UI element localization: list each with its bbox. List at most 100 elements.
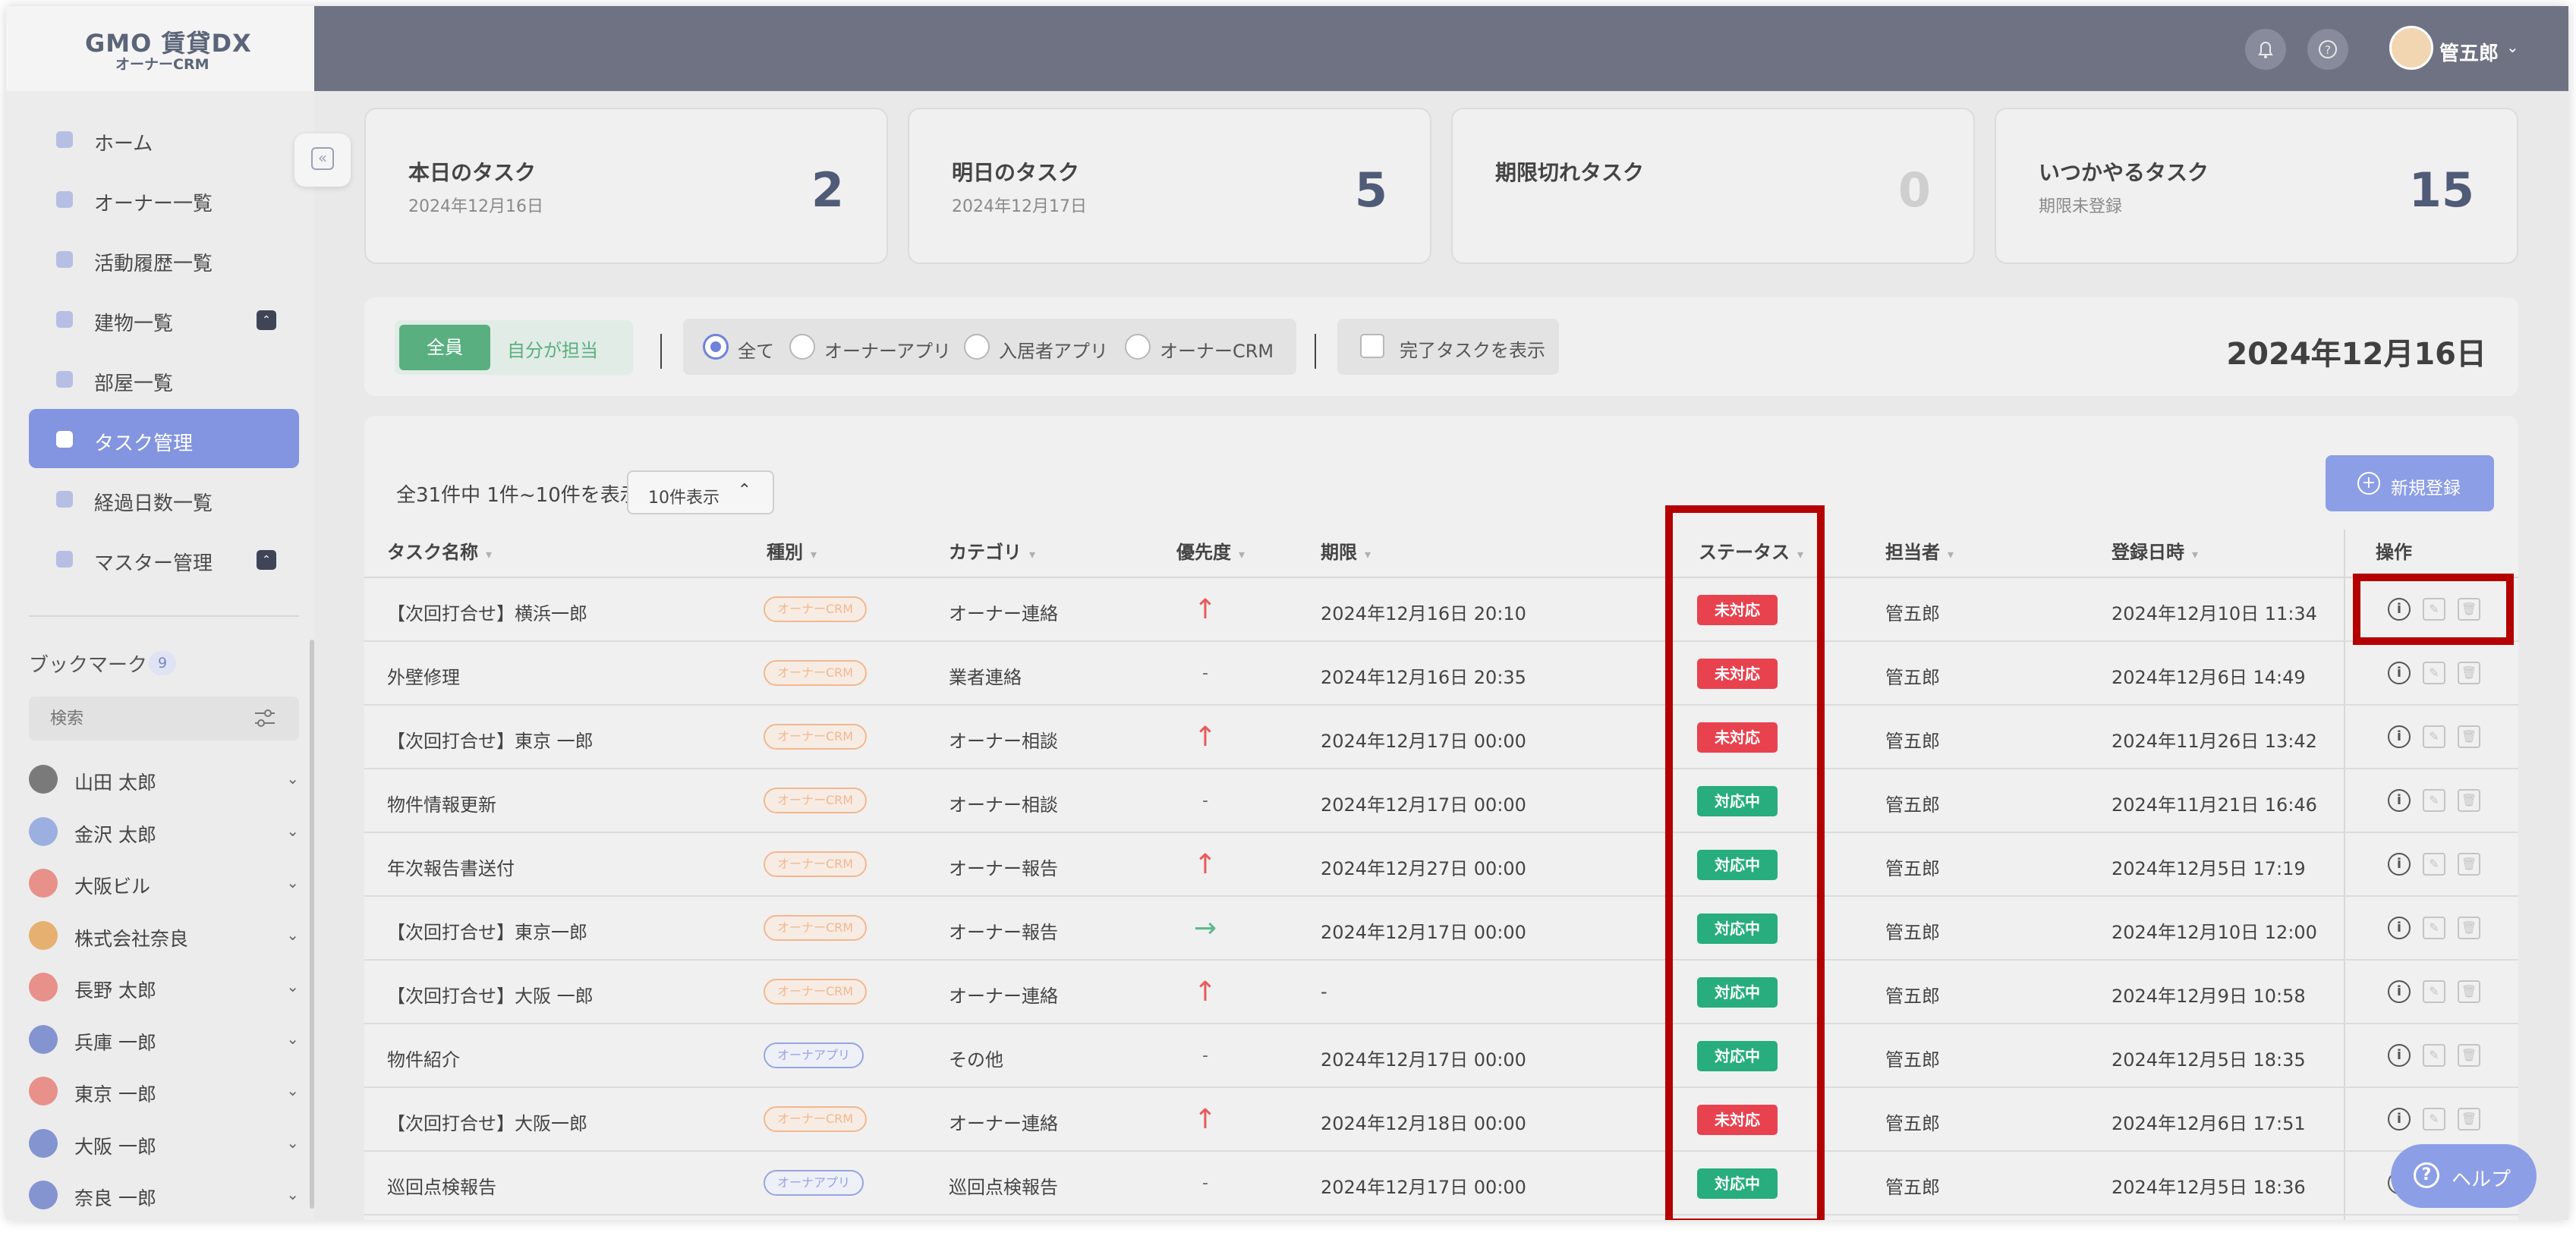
column-header[interactable]: タスク名称 ▾ — [387, 537, 492, 564]
task-name[interactable]: 【次回打合せ】東京 一郎 — [387, 726, 594, 753]
sort-caret-icon[interactable]: ▾ — [811, 547, 817, 561]
column-header[interactable]: 種別 ▾ — [767, 537, 817, 564]
sidebar-scrollbar[interactable] — [310, 640, 314, 1209]
segment-mine-button[interactable]: 自分が担当 — [507, 335, 598, 362]
user-avatar[interactable] — [2389, 26, 2433, 70]
edit-icon[interactable]: ✎ — [2423, 980, 2445, 1003]
table-row[interactable]: 【次回打合せ】東京一郎 オーナーCRM オーナー報告 → 2024年12月17日 00:… — [364, 897, 2518, 961]
sidebar-item[interactable]: 経過日数一覧 — [29, 469, 299, 528]
brand-logo[interactable]: GMO 賃貸DX オーナーCRM — [6, 6, 314, 91]
sort-caret-icon[interactable]: ▾ — [1239, 547, 1245, 561]
task-name[interactable]: 【次回打合せ】東京一郎 — [387, 917, 587, 944]
chevron-down-icon[interactable]: ⌄ — [286, 926, 299, 944]
edit-icon[interactable]: ✎ — [2423, 1108, 2445, 1131]
show-completed-checkbox[interactable] — [1360, 334, 1384, 358]
trash-icon[interactable]: 🗑 — [2458, 853, 2480, 876]
bookmark-item[interactable]: 東京 一郎 ⌄ — [29, 1068, 299, 1113]
sidebar-item[interactable]: 部屋一覧 — [29, 349, 299, 408]
sidebar-item[interactable]: 活動履歴一覧 — [29, 229, 299, 288]
summary-card[interactable]: 本日のタスク 2024年12月16日 2 — [364, 108, 888, 264]
summary-card[interactable]: いつかやるタスク 期限未登録 15 — [1995, 108, 2518, 264]
task-name[interactable]: 【次回打合せ】大阪一郎 — [387, 1108, 587, 1135]
info-icon[interactable]: i — [2388, 725, 2411, 748]
help-circle-icon[interactable]: ? — [2307, 29, 2348, 70]
chevron-down-icon[interactable]: ⌄ — [286, 769, 299, 788]
bookmark-item[interactable]: 大阪ビル ⌄ — [29, 860, 299, 905]
segment-all-button[interactable]: 全員 — [399, 325, 490, 370]
edit-icon[interactable]: ✎ — [2423, 1044, 2445, 1067]
column-header[interactable]: 担当者 ▾ — [1885, 537, 1954, 564]
sidebar-item[interactable]: タスク管理 — [29, 409, 299, 468]
trash-icon[interactable]: 🗑 — [2458, 917, 2480, 939]
show-completed-toggle[interactable]: 完了タスクを表示 — [1337, 319, 1559, 375]
chevron-down-icon[interactable]: ⌄ — [286, 977, 299, 995]
column-header[interactable]: 期限 ▾ — [1321, 537, 1371, 564]
radio-circle[interactable] — [1125, 334, 1151, 360]
info-icon[interactable]: i — [2388, 789, 2411, 812]
sidebar-item[interactable]: オーナー一覧 — [29, 169, 299, 228]
summary-card[interactable]: 明日のタスク 2024年12月17日 5 — [908, 108, 1431, 264]
table-row[interactable]: 【次回打合せ】東京 一郎 オーナーCRM オーナー相談 ↑ 2024年12月17日 00… — [364, 706, 2518, 769]
filter-settings-icon[interactable] — [254, 709, 276, 728]
edit-icon[interactable]: ✎ — [2423, 725, 2445, 748]
table-row[interactable]: 【次回打合せ】大阪 一郎 オーナーCRM オーナー連絡 ↑ - 対応中 管五郎 2024年12… — [364, 961, 2518, 1024]
chevron-down-icon[interactable]: ⌄ — [286, 1134, 299, 1152]
help-button[interactable]: ? ヘルプ — [2391, 1144, 2537, 1208]
user-name[interactable]: 管五郎 — [2439, 38, 2499, 66]
info-icon[interactable]: i — [2388, 1108, 2411, 1131]
chevron-down-icon[interactable]: ⌄ — [286, 873, 299, 892]
chevron-down-icon[interactable]: ⌄ — [2506, 38, 2519, 56]
info-icon[interactable]: i — [2388, 853, 2411, 876]
table-row[interactable]: 物件情報更新 オーナーCRM オーナー相談 -2024年12月17日 00:00 対応中… — [364, 769, 2518, 833]
bookmark-item[interactable]: 長野 太郎 ⌄ — [29, 964, 299, 1009]
per-page-select[interactable]: 10件表示 ⌃ — [627, 470, 774, 514]
expand-icon[interactable]: ⌃ — [257, 310, 276, 330]
table-row[interactable]: 【次回打合せ】大阪一郎 オーナーCRM オーナー連絡 ↑ 2024年12月18日 00:… — [364, 1088, 2518, 1152]
bell-icon[interactable] — [2245, 29, 2286, 70]
table-row[interactable]: 巡回点検報告 オーナアプリ 巡回点検報告 -2024年12月17日 00:00 対応中管… — [364, 1152, 2518, 1215]
column-header[interactable]: 登録日時 ▾ — [2112, 537, 2198, 564]
sidebar-item[interactable]: マスター管理 ⌃ — [29, 529, 299, 588]
task-name[interactable]: 年次報告書送付 — [387, 854, 515, 880]
bookmark-item[interactable]: 大阪 一郎 ⌄ — [29, 1120, 299, 1165]
sort-caret-icon[interactable]: ▾ — [1365, 547, 1371, 561]
table-row[interactable]: 外壁修理 オーナーCRM 業者連絡 -2024年12月16日 20:35 未対応 管五郎 2… — [364, 642, 2518, 706]
summary-card[interactable]: 期限切れタスク 0 — [1451, 108, 1975, 264]
chevron-down-icon[interactable]: ⌄ — [286, 1185, 299, 1203]
edit-icon[interactable]: ✎ — [2423, 662, 2445, 684]
radio-circle[interactable] — [703, 334, 729, 360]
bookmark-item[interactable]: 金沢 太郎 ⌄ — [29, 808, 299, 854]
chevron-down-icon[interactable]: ⌄ — [286, 822, 299, 840]
chevron-down-icon[interactable]: ⌄ — [286, 1081, 299, 1099]
edit-icon[interactable]: ✎ — [2423, 853, 2445, 876]
column-header[interactable]: 優先度 ▾ — [1176, 537, 1245, 564]
trash-icon[interactable]: 🗑 — [2458, 789, 2480, 812]
column-header[interactable]: カテゴリ ▾ — [949, 537, 1035, 564]
task-name[interactable]: 物件情報更新 — [387, 790, 496, 816]
table-row[interactable]: 物件紹介 オーナアプリ その他 -2024年12月17日 00:00 対応中 管五郎 202… — [364, 1024, 2518, 1088]
table-row[interactable]: 年次報告書送付 オーナーCRM オーナー報告 ↑ 2024年12月27日 00:00 対応… — [364, 833, 2518, 897]
task-name[interactable]: 巡回点検報告 — [387, 1172, 496, 1199]
sort-caret-icon[interactable]: ▾ — [2192, 547, 2198, 561]
task-name[interactable]: 【次回打合せ】横浜一郎 — [387, 599, 587, 625]
task-name[interactable]: 【次回打合せ】大阪 一郎 — [387, 981, 594, 1008]
sidebar-item[interactable]: 建物一覧 ⌃ — [29, 289, 299, 348]
sort-caret-icon[interactable]: ▾ — [1029, 547, 1035, 561]
table-row[interactable]: 【次回打合せ】横浜一郎 オーナーCRM オーナー連絡 ↑ 2024年12月16日 20:… — [364, 578, 2518, 642]
trash-icon[interactable]: 🗑 — [2458, 725, 2480, 748]
collapse-sidebar-button[interactable]: « — [294, 134, 351, 187]
radio-circle[interactable] — [964, 334, 990, 360]
bookmark-item[interactable]: 兵庫 一郎 ⌄ — [29, 1016, 299, 1061]
edit-icon[interactable]: ✎ — [2423, 917, 2445, 939]
expand-icon[interactable]: ⌃ — [257, 550, 276, 570]
trash-icon[interactable]: 🗑 — [2458, 1044, 2480, 1067]
task-name[interactable]: 物件紹介 — [387, 1045, 460, 1071]
edit-icon[interactable]: ✎ — [2423, 789, 2445, 812]
bookmark-item[interactable]: 株式会社奈良 ⌄ — [29, 912, 299, 958]
bookmark-item[interactable]: 奈良 一郎 ⌄ — [29, 1171, 299, 1217]
info-icon[interactable]: i — [2388, 1044, 2411, 1067]
trash-icon[interactable]: 🗑 — [2458, 1108, 2480, 1131]
new-task-button[interactable]: + 新規登録 — [2326, 455, 2494, 511]
sort-caret-icon[interactable]: ▾ — [486, 547, 492, 561]
chevron-down-icon[interactable]: ⌄ — [286, 1030, 299, 1048]
